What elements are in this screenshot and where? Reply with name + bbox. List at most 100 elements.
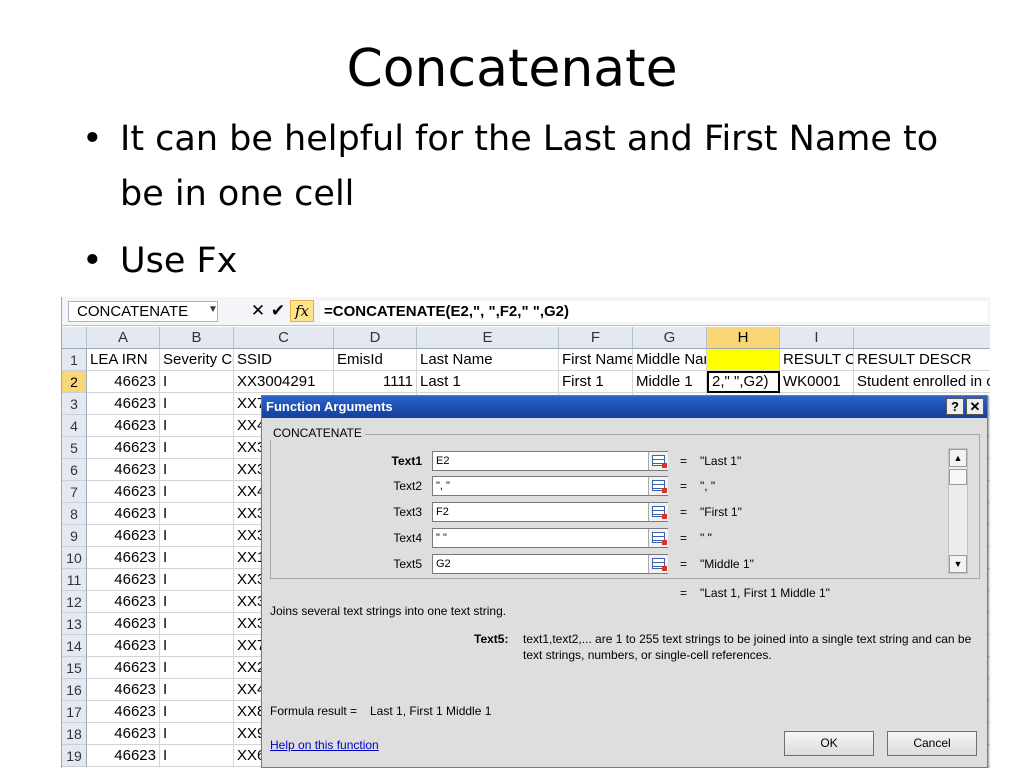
cell[interactable]: I [160,679,234,701]
cell[interactable]: I [160,459,234,481]
row-header[interactable]: 17 [62,701,87,723]
cell[interactable]: I [160,547,234,569]
cell[interactable]: I [160,635,234,657]
row-header[interactable]: 7 [62,481,87,503]
help-link[interactable]: Help on this function [270,738,379,752]
cell[interactable]: LEA IRN [87,349,160,371]
cell[interactable]: 46623 [87,415,160,437]
name-box[interactable]: CONCATENATE [68,301,218,322]
help-icon[interactable]: ? [946,398,964,415]
close-icon[interactable]: ✕ [966,398,984,415]
column-header-c[interactable]: C [234,327,334,349]
cell[interactable]: WK0001 [780,371,854,393]
row-header[interactable]: 5 [62,437,87,459]
cell[interactable]: 1111 [334,371,417,393]
row-header[interactable]: 18 [62,723,87,745]
cell[interactable]: RESULT DESCR [854,349,990,371]
cell[interactable]: I [160,371,234,393]
cell[interactable]: 46623 [87,745,160,767]
cell[interactable]: I [160,569,234,591]
cell[interactable]: Severity Co [160,349,234,371]
cell[interactable]: 46623 [87,481,160,503]
row-header[interactable]: 4 [62,415,87,437]
cell[interactable]: 46623 [87,437,160,459]
row-header[interactable]: 19 [62,745,87,767]
cell[interactable]: 46623 [87,525,160,547]
row-header[interactable]: 16 [62,679,87,701]
cell[interactable] [707,349,780,371]
cell[interactable]: 46623 [87,723,160,745]
scroll-thumb[interactable] [949,469,967,485]
cell[interactable]: 46623 [87,393,160,415]
cell[interactable]: 46623 [87,503,160,525]
cell[interactable]: Middle 1 [633,371,707,393]
row-header[interactable]: 14 [62,635,87,657]
cell[interactable]: 2," ",G2) [707,371,780,393]
row-header[interactable]: 1 [62,349,87,371]
row-header[interactable]: 9 [62,525,87,547]
cell[interactable]: Student enrolled in o [854,371,990,393]
cell[interactable]: I [160,393,234,415]
cell[interactable]: EmisId [334,349,417,371]
enter-edit-icon[interactable]: ✔ [268,300,288,322]
cell[interactable]: I [160,701,234,723]
cancel-edit-icon[interactable]: ✕ [248,300,268,322]
column-header-b[interactable]: B [160,327,234,349]
range-select-icon[interactable] [648,529,668,547]
cell[interactable]: 46623 [87,613,160,635]
cell[interactable]: I [160,745,234,767]
cell[interactable]: 46623 [87,371,160,393]
row-header[interactable]: 10 [62,547,87,569]
arg-input-text5[interactable]: G2 [432,554,668,574]
cancel-button[interactable]: Cancel [887,731,977,756]
cell[interactable]: 46623 [87,679,160,701]
select-all-corner[interactable] [62,327,87,349]
scroll-up-icon[interactable]: ▲ [949,449,967,467]
cell[interactable]: I [160,613,234,635]
row-header[interactable]: 2 [62,371,87,393]
cell[interactable]: 46623 [87,459,160,481]
range-select-icon[interactable] [648,452,668,470]
cell[interactable]: I [160,723,234,745]
cell[interactable]: SSID [234,349,334,371]
range-select-icon[interactable] [648,555,668,573]
cell[interactable]: First 1 [559,371,633,393]
cell[interactable]: I [160,415,234,437]
cell[interactable]: 46623 [87,569,160,591]
row-header[interactable]: 6 [62,459,87,481]
column-header-a[interactable]: A [87,327,160,349]
ok-button[interactable]: OK [784,731,874,756]
row-header[interactable]: 8 [62,503,87,525]
scroll-down-icon[interactable]: ▼ [949,555,967,573]
arg-input-text4[interactable]: " " [432,528,668,548]
column-header-blank[interactable] [854,327,990,349]
insert-function-icon[interactable]: fx [290,300,314,322]
arg-input-text1[interactable]: E2 [432,451,668,471]
column-header-h[interactable]: H [707,327,780,349]
arguments-scrollbar[interactable]: ▲ ▼ [948,448,968,574]
row-header[interactable]: 15 [62,657,87,679]
cell[interactable]: XX3004291 [234,371,334,393]
column-header-d[interactable]: D [334,327,417,349]
cell[interactable]: 46623 [87,591,160,613]
cell[interactable]: Middle Name [633,349,707,371]
name-box-dropdown-icon[interactable]: ▼ [208,304,218,315]
column-header-e[interactable]: E [417,327,559,349]
column-header-g[interactable]: G [633,327,707,349]
cell[interactable]: I [160,481,234,503]
range-select-icon[interactable] [648,503,668,521]
formula-input[interactable]: =CONCATENATE(E2,", ",F2," ",G2) [320,301,988,322]
cell[interactable]: I [160,657,234,679]
cell[interactable]: I [160,503,234,525]
cell[interactable]: I [160,437,234,459]
arg-input-text2[interactable]: ", " [432,476,668,496]
row-header[interactable]: 11 [62,569,87,591]
cell[interactable]: Last Name [417,349,559,371]
range-select-icon[interactable] [648,477,668,495]
cell[interactable]: Last 1 [417,371,559,393]
cell[interactable]: 46623 [87,635,160,657]
row-header[interactable]: 3 [62,393,87,415]
cell[interactable]: First Name [559,349,633,371]
cell[interactable]: 46623 [87,657,160,679]
column-header-i[interactable]: I [780,327,854,349]
